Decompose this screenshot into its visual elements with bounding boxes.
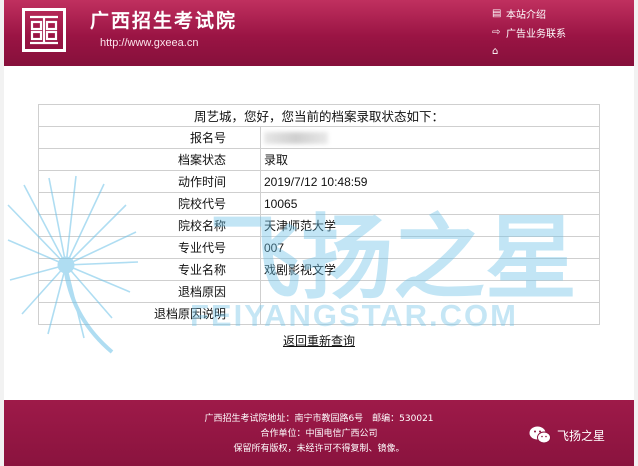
- wechat-icon: [529, 426, 551, 444]
- row-value: [260, 126, 600, 149]
- row-value: [260, 302, 600, 325]
- logo-icon: [30, 15, 58, 45]
- row-label: 院校代号: [38, 192, 261, 215]
- wechat-badge: 飞扬之星: [529, 426, 605, 444]
- footer: 广西招生考试院地址：南宁市教园路6号 邮编：530021 合作单位：中国电信广西…: [4, 400, 634, 466]
- return-row: 返回重新查询: [4, 330, 634, 349]
- row-label: 院校名称: [38, 214, 261, 237]
- greeting-text: 周艺城，您好，您当前的档案录取状态如下：: [38, 104, 600, 127]
- home-icon: ⌂: [492, 46, 499, 57]
- table-row: 退档原因: [38, 280, 600, 303]
- row-value: 2019/7/12 10:48:59: [260, 170, 600, 193]
- exit-icon: ⇨: [492, 27, 501, 38]
- row-label: 退档原因说明: [38, 302, 261, 325]
- return-query-link[interactable]: 返回重新查询: [283, 334, 355, 348]
- row-value: 10065: [260, 192, 600, 215]
- site-url[interactable]: http://www.gxeea.cn: [100, 37, 198, 49]
- table-row: 报名号: [38, 126, 600, 149]
- table-row: 专业名称 戏剧影视文学: [38, 258, 600, 281]
- footer-address: 广西招生考试院地址：南宁市教园路6号 邮编：530021: [204, 414, 434, 424]
- row-label: 动作时间: [38, 170, 261, 193]
- table-row: 专业代号 007: [38, 236, 600, 259]
- row-label: 专业名称: [38, 258, 261, 281]
- table-caption-row: 周艺城，您好，您当前的档案录取状态如下：: [38, 104, 600, 127]
- link-about[interactable]: ▤ 本站介绍: [492, 4, 566, 23]
- link-ads[interactable]: ⇨ 广告业务联系: [492, 23, 566, 42]
- header: 广西招生考试院 http://www.gxeea.cn ▤ 本站介绍 ⇨ 广告业…: [4, 0, 634, 66]
- row-value: 戏剧影视文学: [260, 258, 600, 281]
- table-row: 退档原因说明: [38, 302, 600, 325]
- link-about-label: 本站介绍: [506, 10, 546, 21]
- table-row: 院校名称 天津师范大学: [38, 214, 600, 237]
- wechat-name: 飞扬之星: [557, 428, 606, 443]
- row-label: 退档原因: [38, 280, 261, 303]
- main-content: 周艺城，您好，您当前的档案录取状态如下： 报名号 档案状态 录取 动作时间 20…: [4, 66, 634, 400]
- admission-status-table: 周艺城，您好，您当前的档案录取状态如下： 报名号 档案状态 录取 动作时间 20…: [38, 104, 600, 325]
- table-row: 动作时间 2019/7/12 10:48:59: [38, 170, 600, 193]
- site-logo[interactable]: [22, 8, 66, 52]
- header-links: ▤ 本站介绍 ⇨ 广告业务联系 ⌂: [492, 4, 566, 61]
- link-ads-label: 广告业务联系: [506, 29, 566, 40]
- row-label: 专业代号: [38, 236, 261, 259]
- blur-mask: [264, 132, 328, 145]
- row-value: 天津师范大学: [260, 214, 600, 237]
- table-row: 院校代号 10065: [38, 192, 600, 215]
- row-value: 007: [260, 236, 600, 259]
- row-value: 录取: [260, 148, 600, 171]
- link-home[interactable]: ⌂: [492, 42, 566, 61]
- row-label: 报名号: [38, 126, 261, 149]
- table-row: 档案状态 录取: [38, 148, 600, 171]
- page: 广西招生考试院 http://www.gxeea.cn ▤ 本站介绍 ⇨ 广告业…: [4, 0, 634, 466]
- row-label: 档案状态: [38, 148, 261, 171]
- row-value: [260, 280, 600, 303]
- site-title[interactable]: 广西招生考试院: [90, 6, 237, 33]
- document-icon: ▤: [492, 8, 502, 19]
